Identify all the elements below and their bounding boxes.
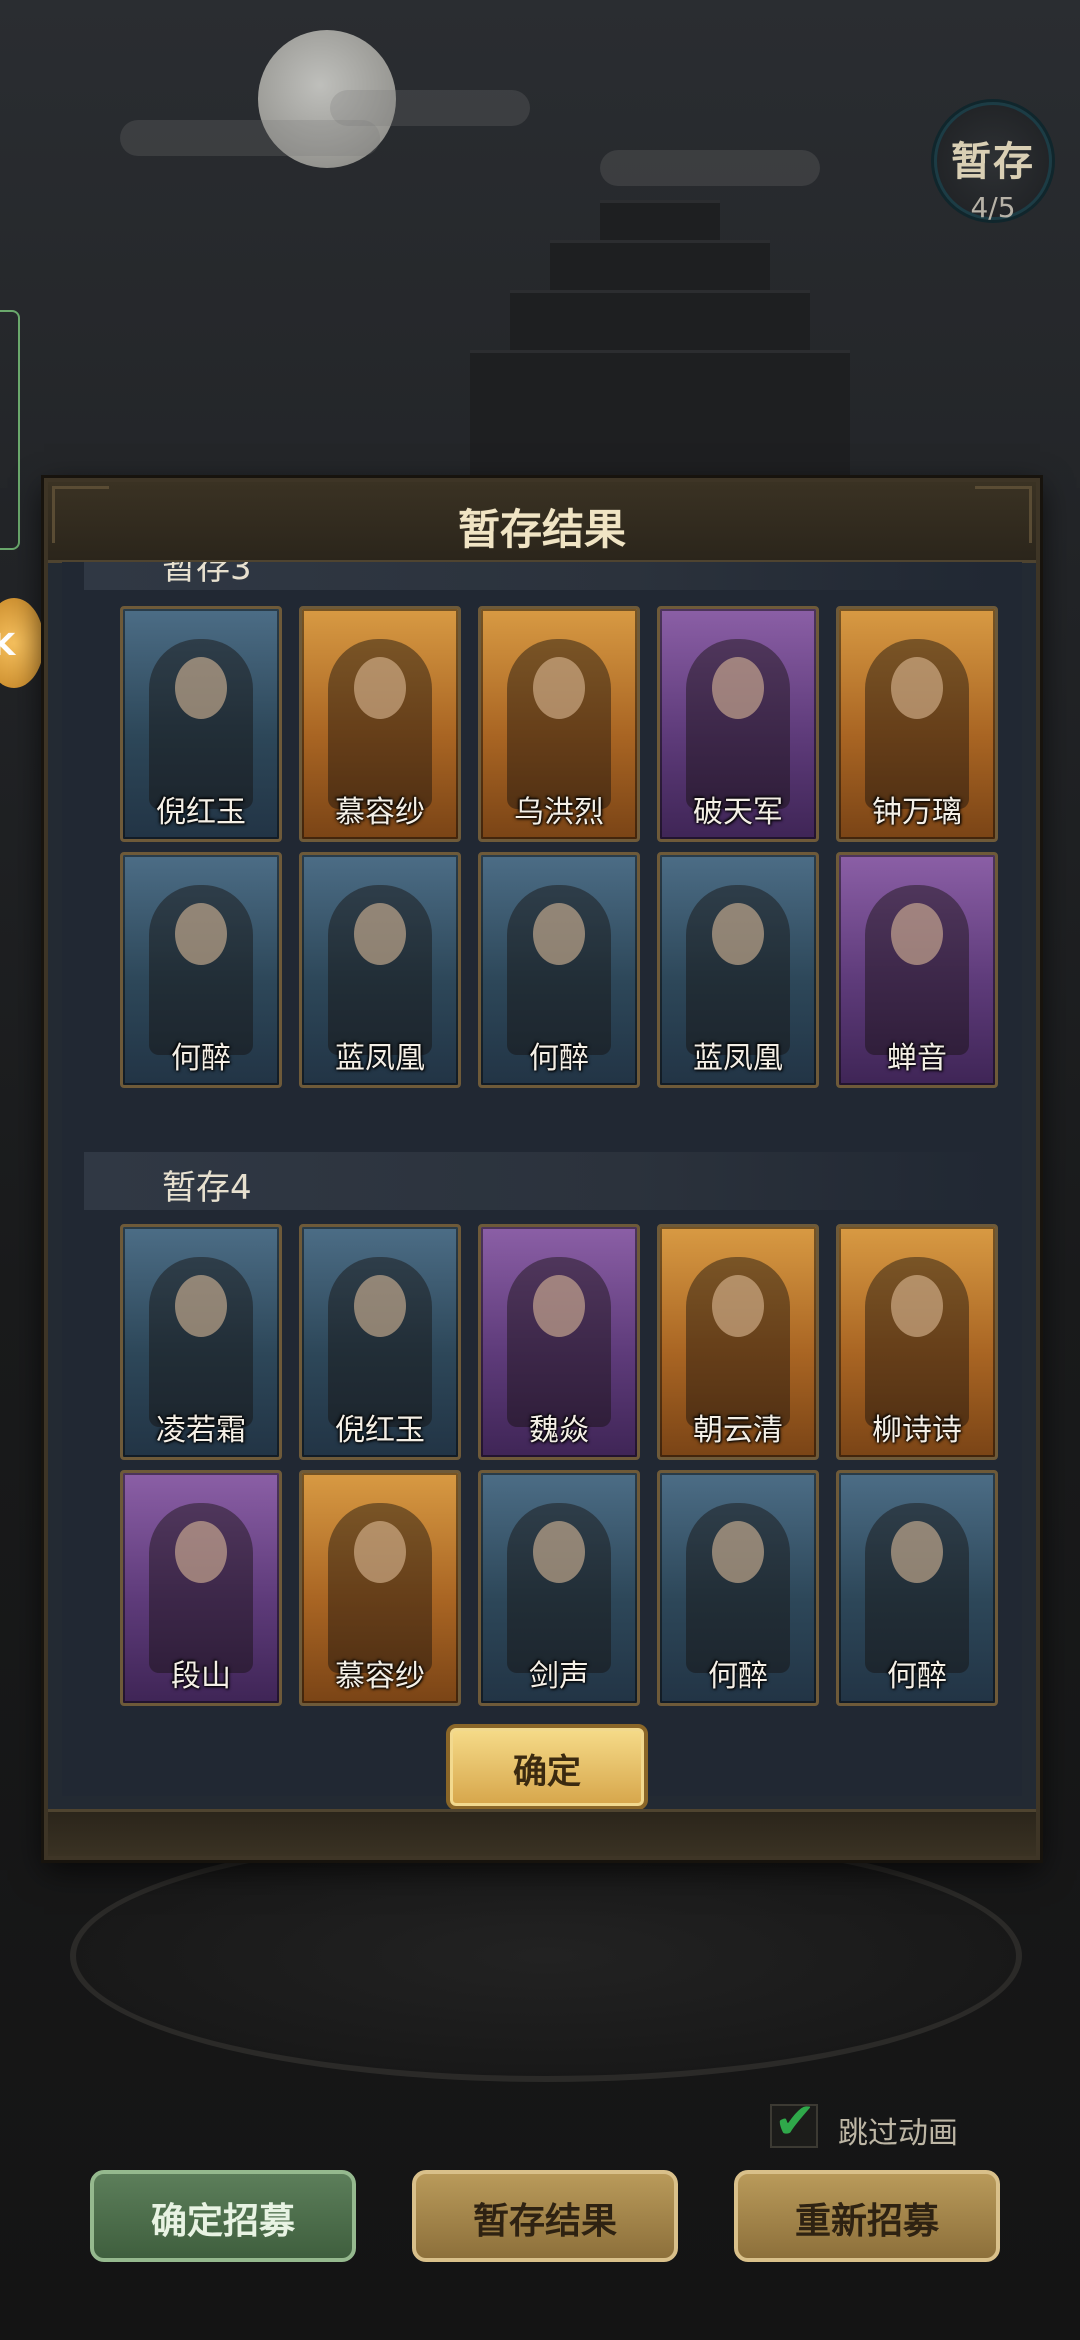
hero-face [533,1275,585,1337]
hero-face [175,1275,227,1337]
hero-card[interactable]: 柳诗诗 [836,1224,998,1460]
hero-name: 何醉 [529,1041,589,1076]
section-label: 暂存4 [162,1168,252,1208]
hero-face [175,1521,227,1583]
hero-card[interactable]: 何醉 [657,1470,819,1706]
hero-face [891,1275,943,1337]
hero-card[interactable]: 凌若霜 [120,1224,282,1460]
section-label: 暂存3 [162,562,252,588]
hero-name: 钟万璃 [872,795,962,830]
skip-animation-label: 跳过动画 [838,2116,958,2151]
hero-name: 剑声 [529,1659,589,1694]
hero-card[interactable]: 何醉 [478,852,640,1088]
hero-name: 何醉 [887,1659,947,1694]
hero-card[interactable]: 段山 [120,1470,282,1706]
dialog-header: 暂存结果 [48,482,1036,563]
hero-face [712,903,764,965]
hero-name: 慕容纱 [335,1659,425,1694]
hero-name: 何醉 [708,1659,768,1694]
hero-card[interactable]: 破天军 [657,606,819,842]
hero-face [175,903,227,965]
hero-card[interactable]: 剑声 [478,1470,640,1706]
hero-face [175,657,227,719]
hero-name: 魏焱 [529,1413,589,1448]
hero-card[interactable]: 蓝凤凰 [657,852,819,1088]
hero-face [891,903,943,965]
re-recruit-button[interactable]: 重新招募 [734,2170,1000,2262]
stash-list[interactable]: 暂存3 倪红玉 慕容纱 乌洪烈 破天军 钟万璃 何醉 蓝凤凰 何醉 蓝凤凰 蝉音 暂存4 凌若霜倪… [62,562,1022,1796]
hero-name: 何醉 [171,1041,231,1076]
hero-card[interactable]: 蓝凤凰 [299,852,461,1088]
dialog-footer [48,1809,1036,1856]
confirm-recruit-button[interactable]: 确定招募 [90,2170,356,2262]
hero-card[interactable]: 倪红玉 [299,1224,461,1460]
hero-name: 倪红玉 [335,1413,425,1448]
dialog-title: 暂存结果 [457,505,626,554]
hero-name: 凌若霜 [156,1413,246,1448]
stash-badge-count: 4/5 [970,191,1016,224]
cloud [120,120,380,156]
confirm-button-label: 确定 [513,1752,581,1792]
hero-face [354,1275,406,1337]
stash-badge[interactable]: 暂存 4/5 [934,102,1052,224]
hero-card[interactable]: 魏焱 [478,1224,640,1460]
hero-face [712,657,764,719]
hero-face [533,657,585,719]
hero-name: 朝云清 [693,1413,783,1448]
confirm-button[interactable]: 确定 [446,1724,648,1810]
hero-face [354,657,406,719]
cloud [600,150,820,186]
hero-face [533,1521,585,1583]
hero-card[interactable]: 朝云清 [657,1224,819,1460]
hero-name: 乌洪烈 [514,795,604,830]
hero-card[interactable]: 蝉音 [836,852,998,1088]
confirm-recruit-label: 确定招募 [150,2201,295,2242]
hero-face [354,1521,406,1583]
section-header-stash-4: 暂存4 [84,1152,994,1210]
stash-results-dialog: 暂存结果 暂存3 倪红玉 慕容纱 乌洪烈 破天军 钟万璃 何醉 蓝凤凰 何醉 蓝凤凰 蝉音 暂存4… [44,478,1040,1860]
hero-name: 破天军 [693,795,783,830]
hero-card[interactable]: 何醉 [836,1470,998,1706]
cloud [330,90,530,126]
hero-name: 段山 [171,1659,231,1694]
re-recruit-label: 重新招募 [794,2201,939,2242]
check-icon: ✔ [774,2092,816,2150]
stash-badge-label: 暂存 [951,138,1035,185]
hero-face [533,903,585,965]
hero-card[interactable]: 乌洪烈 [478,606,640,842]
hero-card[interactable]: 慕容纱 [299,1470,461,1706]
temple-silhouette [470,200,850,483]
stash-results-button[interactable]: 暂存结果 [412,2170,678,2262]
hero-face [891,1521,943,1583]
stash-results-label: 暂存结果 [472,2201,617,2242]
hero-name: 蓝凤凰 [335,1041,425,1076]
hero-card[interactable]: 慕容纱 [299,606,461,842]
section-header-stash-3: 暂存3 [84,562,994,590]
hero-face [891,657,943,719]
floor-emblem [70,1830,1022,2082]
hero-card[interactable]: 钟万璃 [836,606,998,842]
hero-name: 蓝凤凰 [693,1041,783,1076]
hero-name: 慕容纱 [335,795,425,830]
hero-face [354,903,406,965]
hero-face [712,1521,764,1583]
hero-name: 柳诗诗 [872,1413,962,1448]
hero-face [712,1275,764,1337]
hero-name: 倪红玉 [156,795,246,830]
hero-card[interactable]: 何醉 [120,852,282,1088]
hero-card[interactable]: 倪红玉 [120,606,282,842]
side-panel-edge[interactable] [0,310,20,550]
hero-name: 蝉音 [887,1041,947,1076]
